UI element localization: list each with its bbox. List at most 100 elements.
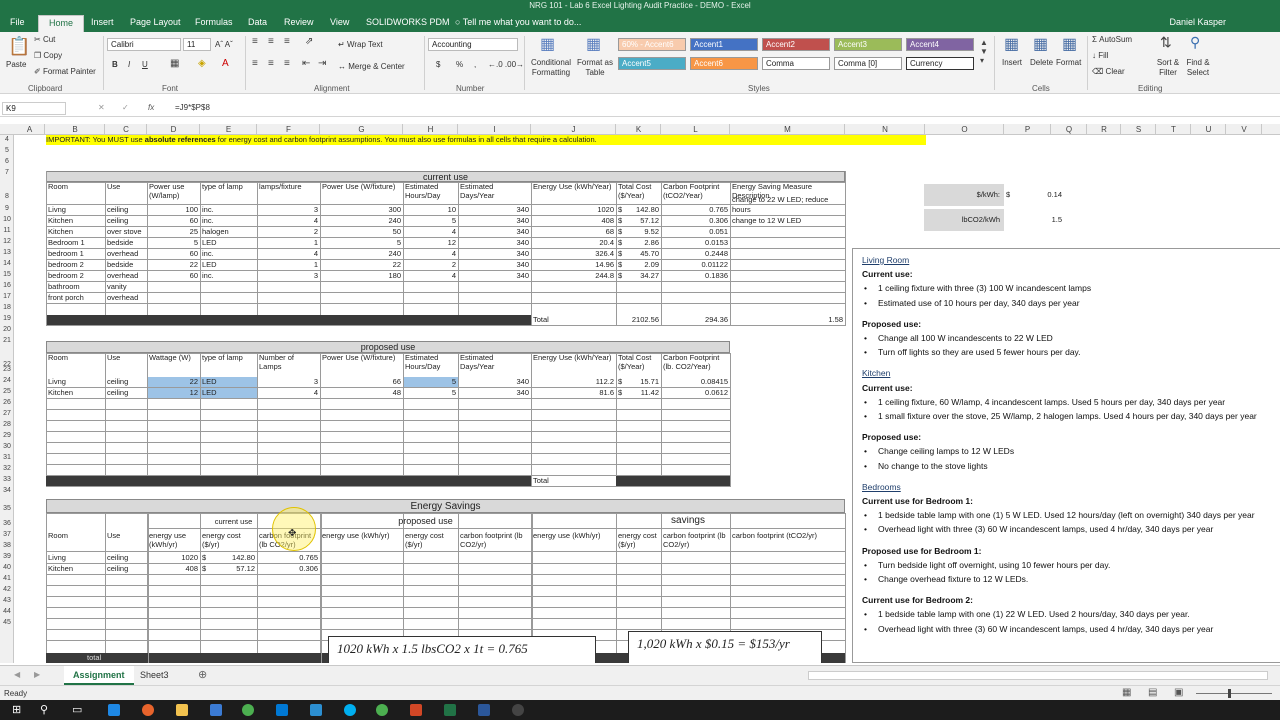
- decimal-buttons-icon[interactable]: ←.0 .00→: [488, 60, 524, 69]
- cell-style-7[interactable]: Comma: [762, 57, 830, 70]
- borders-icon[interactable]: ▦: [170, 58, 179, 69]
- edge-icon[interactable]: [108, 704, 120, 716]
- column-header-H[interactable]: H: [403, 125, 458, 134]
- wrap-text-button[interactable]: ↵ Wrap Text: [338, 40, 383, 49]
- page-break-view-icon[interactable]: ▣: [1174, 687, 1183, 698]
- row-header-31[interactable]: 31: [0, 454, 13, 461]
- tab-page-layout[interactable]: Page Layout: [130, 17, 181, 27]
- savings-header[interactable]: energy use (kWh/yr): [533, 531, 614, 551]
- horizontal-scrollbar[interactable]: [808, 671, 1268, 680]
- co2-assumption-value[interactable]: 1.5: [1006, 215, 1062, 225]
- paste-icon[interactable]: 📋: [8, 36, 30, 57]
- scenario-notes-textbox[interactable]: Living Room Current use: 1 ceiling fixture…: [852, 248, 1280, 663]
- find-select-button[interactable]: Find & Select: [1183, 58, 1213, 78]
- decrease-indent-icon[interactable]: ⇤: [302, 58, 310, 69]
- column-header-S[interactable]: S: [1121, 125, 1156, 134]
- proposed-cell[interactable]: 340: [460, 377, 529, 387]
- windows-start-icon[interactable]: ⊞: [12, 703, 21, 716]
- current-cell[interactable]: 340: [460, 238, 529, 248]
- current-header[interactable]: type of lamp: [202, 182, 255, 200]
- current-cost-cell[interactable]: $142.80: [618, 205, 659, 215]
- enter-icon[interactable]: ✓: [122, 103, 129, 112]
- current-cell[interactable]: 240: [322, 249, 401, 259]
- cell-style-8[interactable]: Comma [0]: [834, 57, 902, 70]
- proposed-cell[interactable]: 5: [405, 388, 456, 398]
- current-cell[interactable]: 408: [533, 216, 614, 226]
- align-bottom-icon[interactable]: ≡: [284, 36, 290, 47]
- name-box[interactable]: K9: [2, 102, 66, 115]
- font-name-box[interactable]: Calibri: [107, 38, 181, 51]
- column-header-B[interactable]: B: [45, 125, 105, 134]
- current-cost-cell[interactable]: $9.52: [618, 227, 659, 237]
- increase-indent-icon[interactable]: ⇥: [318, 58, 326, 69]
- add-sheet-icon[interactable]: ⊕: [198, 668, 207, 681]
- current-cell[interactable]: 340: [460, 260, 529, 270]
- proposed-cell[interactable]: 0.0612: [663, 388, 728, 398]
- orientation-icon[interactable]: ⇗: [305, 36, 313, 47]
- row-header-27[interactable]: 27: [0, 410, 13, 417]
- proposed-cell[interactable]: LED: [202, 388, 255, 398]
- column-header-P[interactable]: P: [1004, 125, 1051, 134]
- format-cells-button[interactable]: Format: [1056, 58, 1081, 67]
- current-cell[interactable]: 4: [405, 271, 456, 281]
- current-cell[interactable]: 4: [259, 249, 318, 259]
- skype-icon[interactable]: [344, 704, 356, 716]
- current-cell[interactable]: 5: [322, 238, 401, 248]
- current-cell[interactable]: 20.4: [533, 238, 614, 248]
- proposed-header[interactable]: Power Use (W/fixture): [322, 353, 401, 371]
- savings-cell[interactable]: Livng: [48, 553, 103, 563]
- find-icon[interactable]: ⚲: [1190, 34, 1200, 51]
- current-cell[interactable]: 5: [149, 238, 198, 248]
- row-header-38[interactable]: 38: [0, 542, 13, 549]
- current-cell[interactable]: 0.0153: [663, 238, 728, 248]
- savings-header[interactable]: energy cost ($/yr): [405, 531, 456, 551]
- merge-center-button[interactable]: ↔ Merge & Center: [338, 62, 405, 71]
- current-cell[interactable]: 180: [322, 271, 401, 281]
- font-color-icon[interactable]: A: [222, 58, 229, 69]
- mail-icon[interactable]: [276, 704, 288, 716]
- current-cell[interactable]: Kitchen: [48, 216, 103, 226]
- current-cell[interactable]: LED: [202, 260, 255, 270]
- proposed-cell[interactable]: 112.2: [533, 377, 614, 387]
- current-cell[interactable]: bedroom 2: [48, 271, 103, 281]
- current-cell[interactable]: ceiling: [107, 216, 145, 226]
- current-header[interactable]: Estimated Days/Year: [460, 182, 529, 200]
- tab-review[interactable]: Review: [284, 17, 314, 27]
- savings-cell[interactable]: $57.12: [202, 564, 255, 574]
- excel-icon[interactable]: [444, 704, 456, 716]
- delete-cells-button[interactable]: Delete: [1030, 58, 1053, 67]
- cell-style-2[interactable]: Accent2: [762, 38, 830, 51]
- sheet-nav-prev-icon[interactable]: ◀: [14, 670, 20, 679]
- current-cell[interactable]: 10: [405, 205, 456, 215]
- current-cell[interactable]: 60: [149, 249, 198, 259]
- chrome-profile-icon[interactable]: [376, 704, 388, 716]
- page-layout-view-icon[interactable]: ▤: [1148, 687, 1157, 698]
- current-cell[interactable]: 0.051: [663, 227, 728, 237]
- autosum-button[interactable]: Σ AutoSum: [1092, 35, 1132, 44]
- proposed-cell[interactable]: ceiling: [107, 377, 145, 387]
- savings-header[interactable]: energy cost ($/yr): [202, 531, 255, 551]
- current-header[interactable]: Use: [107, 182, 145, 200]
- current-header[interactable]: Power use (W/lamp): [149, 182, 198, 200]
- column-header-M[interactable]: M: [730, 125, 845, 134]
- row-header-9[interactable]: 9: [0, 205, 13, 212]
- proposed-header[interactable]: Estimated Hours/Day: [405, 353, 456, 371]
- current-cost-cell[interactable]: $57.12: [618, 216, 659, 226]
- copy-button[interactable]: ❐ Copy: [34, 51, 62, 60]
- column-header-L[interactable]: L: [661, 125, 730, 134]
- current-cell[interactable]: bedside: [107, 260, 145, 270]
- row-header-4[interactable]: 4: [0, 136, 13, 143]
- column-header-D[interactable]: D: [147, 125, 200, 134]
- proposed-header[interactable]: Total Cost ($/Year): [618, 353, 659, 371]
- row-header-8[interactable]: 8: [0, 193, 13, 200]
- current-cell[interactable]: inc.: [202, 271, 255, 281]
- insert-cells-button[interactable]: Insert: [1002, 58, 1022, 67]
- current-cell[interactable]: 68: [533, 227, 614, 237]
- column-header-O[interactable]: O: [925, 125, 1004, 134]
- current-cell[interactable]: 0.306: [663, 216, 728, 226]
- current-cell[interactable]: overhead: [107, 271, 145, 281]
- current-cell[interactable]: 1020: [533, 205, 614, 215]
- savings-cell[interactable]: 408: [149, 564, 198, 574]
- sheet-tab-assignment[interactable]: Assignment: [64, 666, 134, 685]
- bold-button[interactable]: B: [112, 60, 118, 69]
